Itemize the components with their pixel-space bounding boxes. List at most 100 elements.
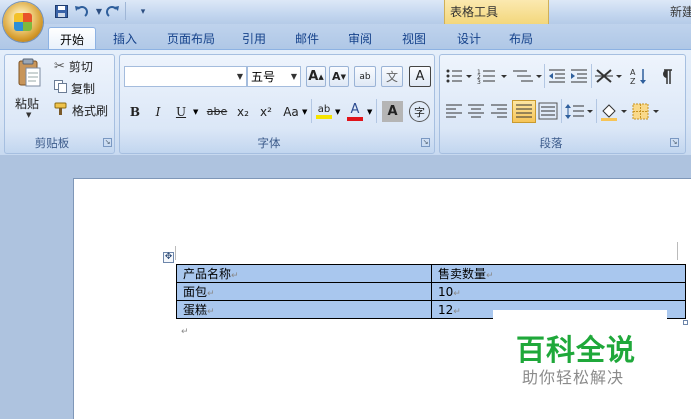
customize-qat-icon[interactable]: ▾ — [134, 3, 152, 20]
enclose-characters-button[interactable]: 字 — [409, 101, 430, 122]
cut-button[interactable]: ✂ 剪切 — [54, 57, 93, 75]
paste-label: 粘贴 — [15, 97, 40, 111]
tab-mailings[interactable]: 邮件 — [286, 27, 328, 50]
sort-button[interactable]: AZ — [628, 66, 650, 87]
underline-button[interactable]: U — [171, 101, 191, 122]
superscript-button[interactable]: x² — [255, 101, 277, 122]
font-size-combo[interactable]: 五号 ▼ — [247, 66, 301, 87]
svg-text:A: A — [630, 68, 636, 77]
paragraph-mark-icon: ↵ — [453, 288, 461, 299]
character-shading-button[interactable]: A — [382, 101, 403, 122]
align-left-button[interactable] — [444, 101, 464, 122]
character-border-button[interactable]: A — [409, 66, 431, 87]
italic-button[interactable]: I — [148, 101, 168, 122]
shading-button[interactable] — [599, 101, 629, 122]
shrink-font-icon: A — [332, 70, 341, 83]
divider — [376, 99, 377, 123]
font-color-button[interactable]: A — [345, 101, 365, 122]
table-cell[interactable]: 蛋糕↵ — [176, 300, 432, 319]
office-button[interactable] — [3, 2, 43, 42]
crop-mark — [175, 246, 176, 260]
bold-button[interactable]: B — [125, 101, 145, 122]
save-icon[interactable] — [52, 3, 70, 20]
font-size-value: 五号 — [251, 70, 276, 84]
font-launcher-icon[interactable]: ↘ — [421, 138, 430, 147]
grow-font-button[interactable]: A ▲ — [306, 66, 326, 87]
change-case-dropdown-icon[interactable]: ▼ — [302, 108, 307, 116]
tab-insert[interactable]: 插入 — [104, 27, 146, 50]
paragraph-mark-icon — [663, 69, 672, 84]
tab-layout[interactable]: 布局 — [500, 27, 542, 50]
align-center-button[interactable] — [466, 101, 486, 122]
table-cell[interactable]: 产品名称↵ — [176, 264, 432, 283]
format-painter-button[interactable]: 格式刷 — [54, 101, 108, 119]
tab-view[interactable]: 视图 — [393, 27, 435, 50]
table-resize-handle[interactable] — [683, 320, 688, 325]
justify-button[interactable] — [512, 100, 536, 123]
subscript-button[interactable]: x₂ — [232, 101, 254, 122]
show-formatting-marks-button[interactable] — [655, 66, 677, 87]
scissors-icon: ✂ — [54, 58, 65, 74]
tab-home[interactable]: 开始 — [48, 27, 96, 50]
align-left-icon — [446, 104, 462, 118]
tab-references[interactable]: 引用 — [233, 27, 275, 50]
font-group-label: 字体 — [257, 136, 281, 150]
underline-dropdown-icon[interactable]: ▼ — [193, 108, 198, 116]
copy-icon — [54, 80, 67, 96]
redo-icon[interactable] — [104, 3, 122, 20]
tab-page-layout[interactable]: 页面布局 — [160, 27, 222, 50]
crop-mark — [677, 242, 678, 260]
tab-design[interactable]: 设计 — [448, 27, 490, 50]
increase-indent-button[interactable] — [569, 66, 589, 87]
clipboard-group-label: 剪贴板 — [34, 136, 70, 150]
qat-divider — [125, 2, 126, 20]
copy-button[interactable]: 复制 — [54, 79, 95, 97]
divider — [591, 64, 592, 88]
tab-review[interactable]: 审阅 — [339, 27, 381, 50]
phonetic-guide-icon: 文 — [385, 70, 398, 84]
copy-label: 复制 — [71, 81, 96, 96]
justify-icon — [516, 104, 532, 118]
cell-text: 12 — [438, 302, 454, 317]
contextual-group-label: 表格工具 — [450, 5, 499, 19]
paragraph-mark-icon: ↵ — [207, 307, 215, 317]
distributed-button[interactable] — [538, 101, 558, 122]
strikethrough-button[interactable]: abe — [204, 101, 230, 122]
window-title: 新建 — [670, 5, 691, 19]
grow-font-icon: A — [308, 69, 319, 84]
shrink-font-button[interactable]: A ▼ — [329, 66, 349, 87]
multilevel-list-button[interactable] — [511, 66, 543, 87]
paragraph-mark-icon: ↵ — [181, 327, 189, 337]
decrease-indent-button[interactable] — [547, 66, 567, 87]
clear-formatting-icon: ab — [359, 71, 371, 82]
borders-button[interactable] — [631, 101, 661, 122]
decrease-indent-icon — [549, 69, 565, 83]
font-color-dropdown-icon[interactable]: ▼ — [367, 108, 372, 116]
paragraph-launcher-icon[interactable]: ↘ — [670, 138, 679, 147]
divider — [596, 99, 597, 123]
numbering-button[interactable]: 123 — [477, 66, 509, 87]
line-spacing-button[interactable] — [564, 101, 594, 122]
clear-formatting-button[interactable]: ab — [354, 66, 376, 87]
bullets-button[interactable] — [444, 66, 474, 87]
table-cell[interactable]: 10↵ — [431, 282, 686, 301]
chinese-layout-icon — [595, 69, 622, 83]
paste-button[interactable]: 粘贴 ▼ — [12, 58, 48, 128]
highlight-dropdown-icon[interactable]: ▼ — [335, 108, 340, 116]
change-case-button[interactable]: Aa — [279, 101, 303, 122]
character-border-icon: A — [415, 69, 425, 84]
highlight-button[interactable]: ab — [314, 101, 334, 122]
phonetic-guide-button[interactable]: 文 — [381, 66, 403, 87]
table-move-handle-icon[interactable]: ✥ — [163, 252, 174, 263]
multilevel-list-icon — [513, 70, 542, 82]
line-spacing-icon — [565, 104, 593, 119]
undo-icon[interactable] — [72, 3, 90, 20]
clipboard-launcher-icon[interactable]: ↘ — [103, 138, 112, 147]
font-name-combo[interactable]: ▼ — [124, 66, 247, 87]
align-right-button[interactable] — [489, 101, 509, 122]
chinese-layout-button[interactable] — [594, 66, 624, 87]
highlight-color-bar — [316, 115, 332, 119]
table-cell[interactable]: 面包↵ — [176, 282, 432, 301]
table-cell[interactable]: 售卖数量↵ — [431, 264, 686, 283]
paragraph-mark-icon: ↵ — [453, 306, 461, 317]
